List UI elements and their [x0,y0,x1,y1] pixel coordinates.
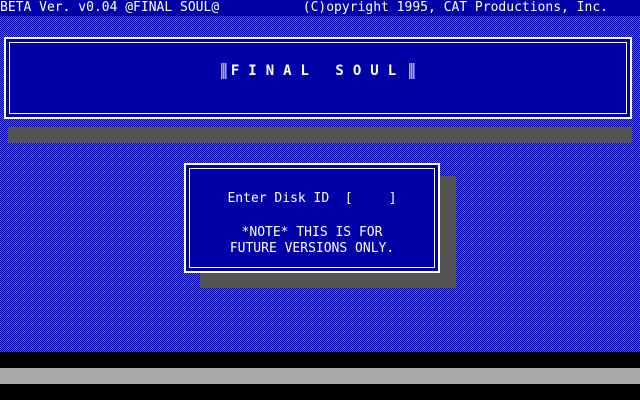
disk-id-input[interactable] [352,191,389,206]
disk-id-prompt: Enter Disk ID [227,191,330,206]
note-line-1: *NOTE* THIS IS FOR [241,225,383,240]
title-banner-shadow [8,127,632,143]
bottom-black-band [0,352,640,368]
title-banner: FINAL SOUL [4,37,632,119]
version-label: BETA Ver. v0.04 @FINAL SOUL@ [0,0,220,15]
copyright-label: (C)opyright 1995, CAT Productions, Inc. [302,0,608,15]
title-right-bar-icon [409,63,416,79]
bottom-black-band-2 [0,384,640,400]
disk-id-dialog: Enter Disk ID [] *NOTE* THIS IS FOR FUTU… [184,163,440,273]
top-status-bar: BETA Ver. v0.04 @FINAL SOUL@ (C)opyright… [0,0,640,16]
note-line-2: FUTURE VERSIONS ONLY. [229,241,395,256]
bottom-status-bar [0,368,640,384]
title-left-bar-icon [220,63,227,79]
note-text: *NOTE* THIS IS FOR FUTURE VERSIONS ONLY. [186,225,438,257]
open-bracket: [ [344,191,353,206]
disk-id-row: Enter Disk ID [] [186,191,438,206]
title-line: FINAL SOUL [6,63,630,79]
game-title: FINAL SOUL [230,63,406,79]
close-bracket: ] [388,191,397,206]
